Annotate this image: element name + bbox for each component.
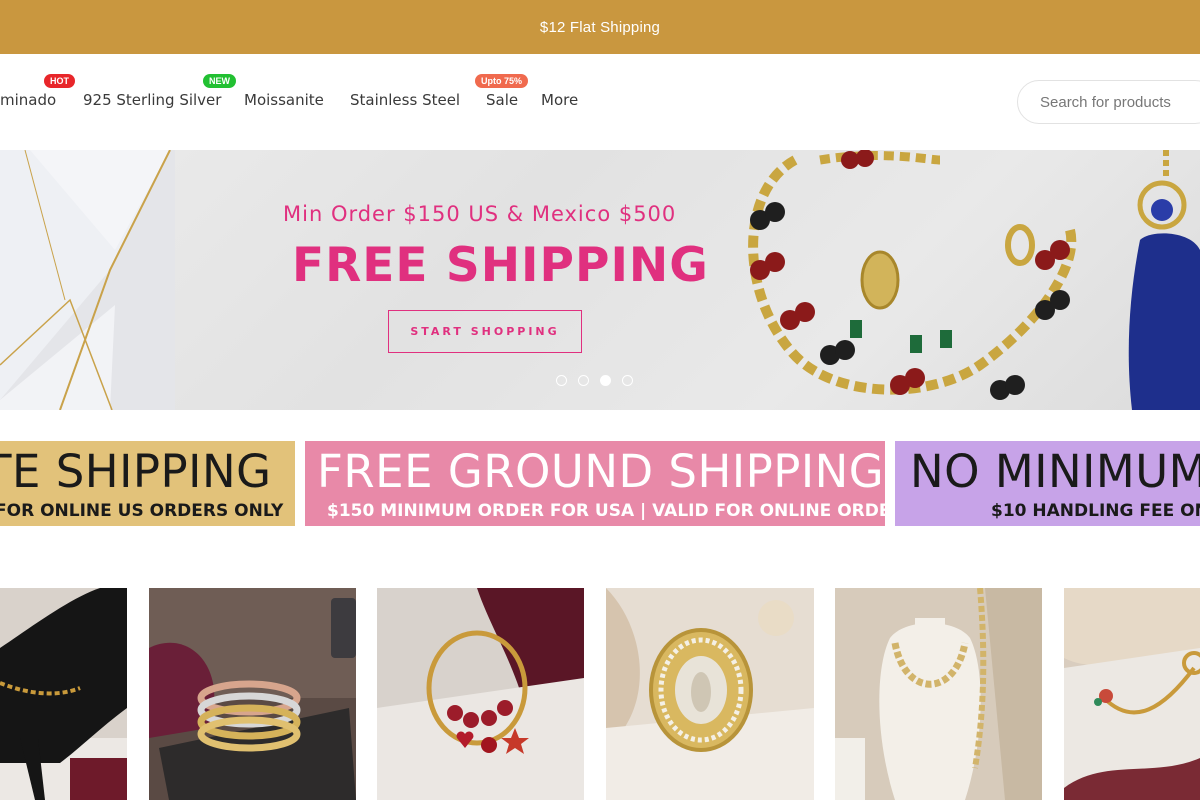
hot-badge: HOT [44,74,75,88]
slider-dot[interactable] [622,375,633,386]
product-tile-anklet[interactable] [0,588,127,800]
promo-banner-no-minimum[interactable]: NO MINIMUM $10 HANDLING FEE ON O [895,441,1200,526]
nav-item-label: Sale [486,91,519,109]
site-header: minado HOT 925 Sterling Silver NEW Moiss… [0,54,1200,150]
announcement-bar: $12 Flat Shipping [0,0,1200,54]
promo-banner-shipping[interactable]: TE SHIPPING FOR ONLINE US ORDERS ONLY [0,441,295,526]
product-grid [0,588,1200,800]
nav-item-label: minado [0,91,57,109]
nav-item-minado[interactable]: minado HOT [0,74,75,109]
hero-banner[interactable]: Min Order $150 US & Mexico $500 FREE SHI… [0,150,1200,410]
announcement-text: $12 Flat Shipping [539,18,661,36]
medallion-ring-icon [606,588,814,800]
product-tile-tennis-necklace[interactable] [835,588,1042,800]
tennis-necklace-icon [835,588,1042,800]
promo-subline: $10 HANDLING FEE ON O [991,501,1200,521]
slider-dot[interactable] [578,375,589,386]
nav-item-sale[interactable]: Sale Upto 75% [475,74,529,109]
anklet-icon [0,588,127,800]
ring-bracelet-icon [1064,588,1200,800]
start-shopping-button[interactable]: START SHOPPING [388,310,582,353]
nav-item-label: More [541,91,579,109]
promo-headline: FREE GROUND SHIPPING [317,445,885,498]
nav-item-more[interactable]: More [541,91,578,109]
charm-bracelet-icon [377,588,584,800]
jewelry-bracelet-image [748,150,1200,410]
hero-title: FREE SHIPPING [292,238,709,293]
marble-panel-decoration [0,150,175,410]
promo-banners: TE SHIPPING FOR ONLINE US ORDERS ONLY FR… [0,441,1200,526]
slider-dots [556,375,633,386]
promo-headline: TE SHIPPING [0,445,272,498]
slider-dot-active[interactable] [600,375,611,386]
nav-item-stainless-steel[interactable]: Stainless Steel [350,91,460,109]
nav-item-label: Moissanite [244,91,324,109]
nav-item-label: 925 Sterling Silver [83,91,222,109]
promo-headline: NO MINIMUM [910,445,1200,498]
bangle-stack-icon [149,588,356,800]
slider-dot[interactable] [556,375,567,386]
search-input[interactable] [1018,81,1200,123]
product-tile-charm-bracelet[interactable] [377,588,584,800]
promo-subline: $150 MINIMUM ORDER FOR USA | VALID FOR O… [327,501,885,521]
search-box [1017,80,1200,124]
new-badge: NEW [203,74,236,88]
nav-item-sterling-silver[interactable]: 925 Sterling Silver NEW [83,74,236,109]
product-tile-medallion-ring[interactable] [606,588,814,800]
sale-badge: Upto 75% [475,74,529,88]
product-tile-ring-bracelet[interactable] [1064,588,1200,800]
nav-item-moissanite[interactable]: Moissanite [244,91,324,109]
promo-subline: FOR ONLINE US ORDERS ONLY [0,501,284,521]
product-tile-bangles[interactable] [149,588,356,800]
hero-subtitle: Min Order $150 US & Mexico $500 [283,202,677,226]
promo-banner-free-ground-shipping[interactable]: FREE GROUND SHIPPING $150 MINIMUM ORDER … [305,441,885,526]
nav-item-label: Stainless Steel [350,91,461,109]
